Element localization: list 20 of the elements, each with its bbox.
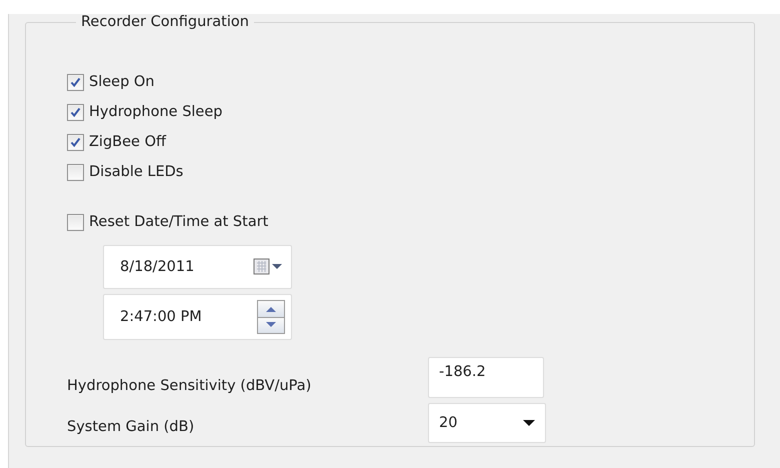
time-picker[interactable]: 2:47:00 PM: [103, 294, 292, 340]
input-field[interactable]: -186.2: [428, 357, 544, 398]
checkbox-label: Sleep On: [89, 74, 154, 90]
checkbox[interactable]: [67, 74, 84, 90]
checkbox-label: Hydrophone Sleep: [89, 104, 222, 120]
field-label: System Gain (dB): [67, 419, 196, 437]
checkbox[interactable]: [67, 214, 84, 230]
calendar-icon[interactable]: [253, 258, 283, 276]
caret-icon: [523, 420, 535, 426]
checkbox[interactable]: [67, 104, 84, 120]
checkbox[interactable]: [67, 164, 84, 180]
group-title: Recorder Configuration: [80, 14, 250, 30]
field-label: Hydrophone Sensitivity (dBV/uPa): [67, 378, 312, 396]
checkbox-label: Reset Date/Time at Start: [89, 214, 268, 230]
dropdown[interactable]: 20: [428, 403, 546, 443]
checkbox-label: ZigBee Off: [89, 134, 166, 150]
checkbox-label: Disable LEDs: [89, 164, 184, 180]
date-picker[interactable]: 8/18/2011: [103, 245, 292, 289]
spin-buttons[interactable]: [257, 300, 285, 334]
checkbox[interactable]: [67, 134, 84, 150]
